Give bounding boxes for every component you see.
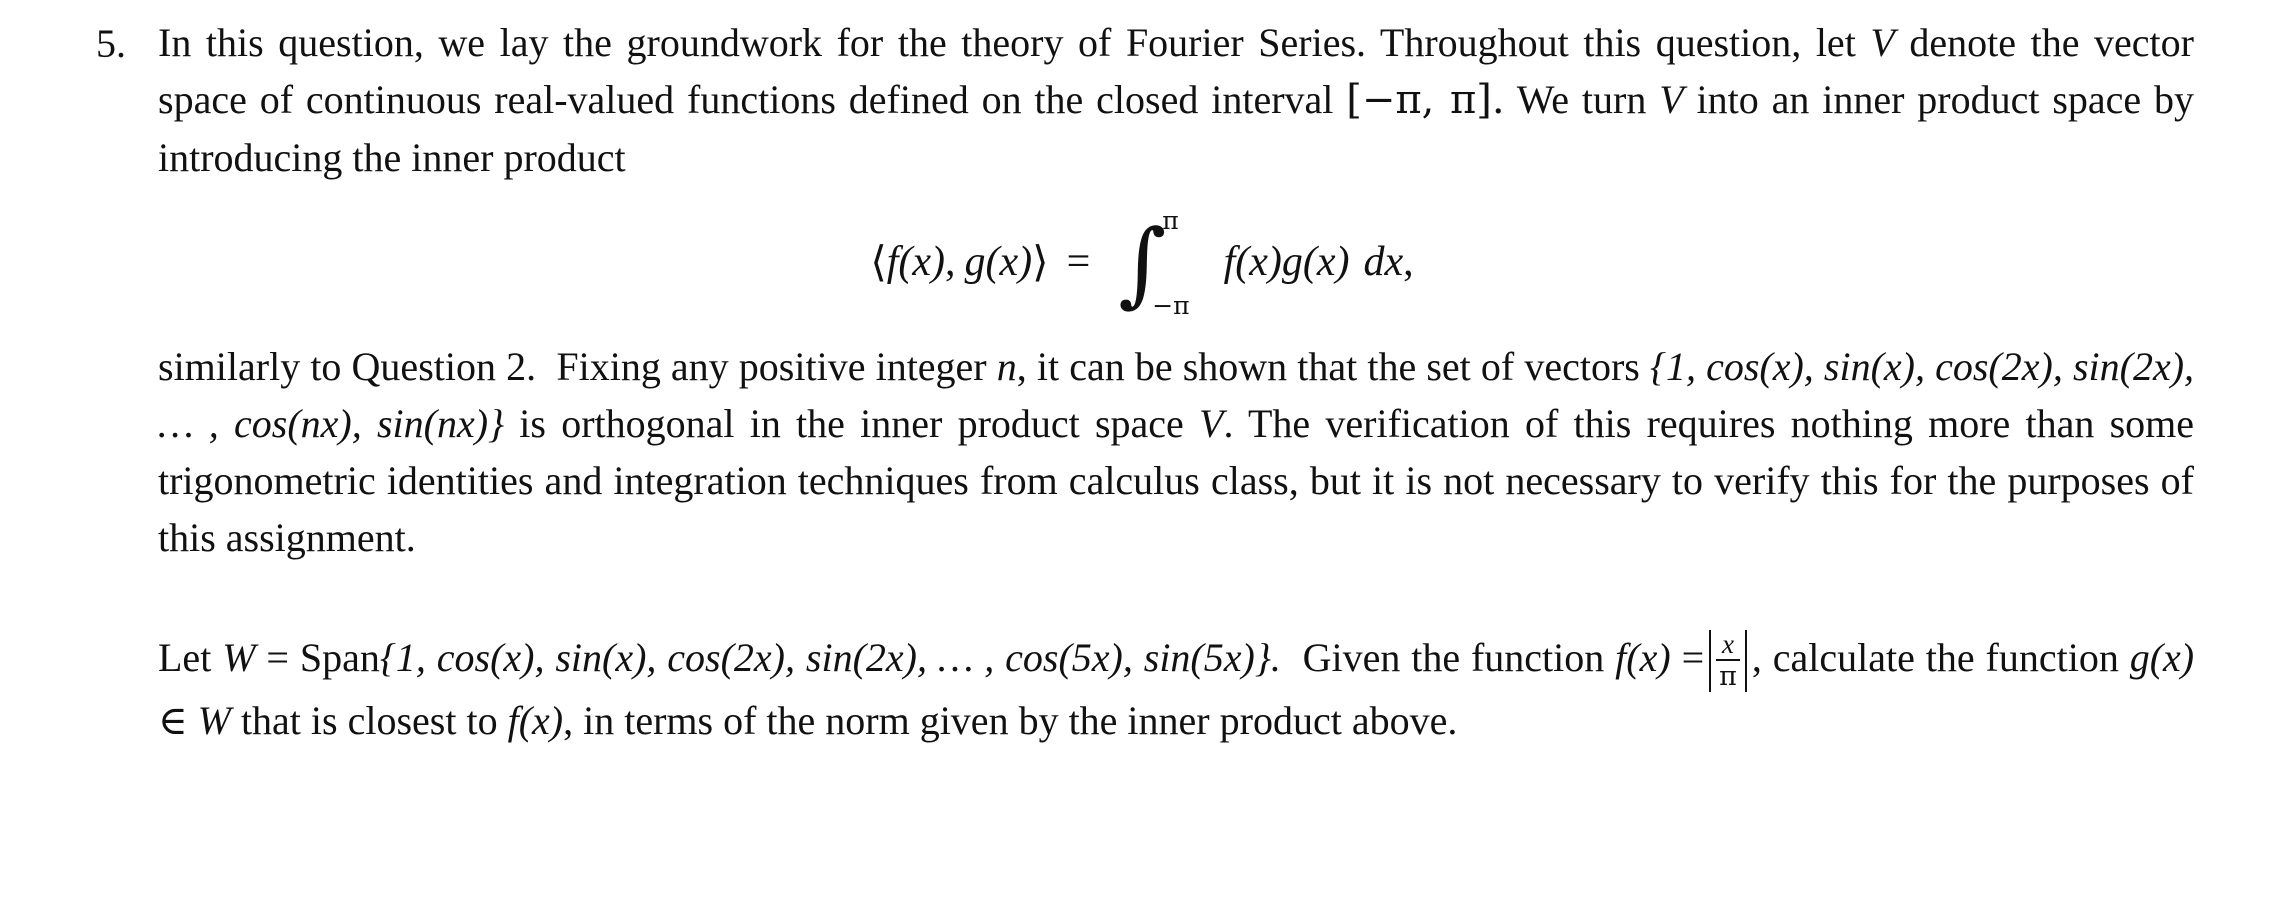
display-equation-inner-product: ⟨ f (x) , g (x) ⟩ = ∫ π −π f(x)g(x) dx , [158, 186, 2194, 338]
paragraph-task: Let W = Span{1, cos(x), sin(x), cos(2x),… [158, 629, 2194, 749]
function-f: f [886, 239, 899, 285]
equation-row: ⟨ f (x) , g (x) ⟩ = ∫ π −π f(x)g(x) dx , [870, 206, 1414, 320]
equation-comma: , [945, 239, 956, 285]
differential-dx: dx [1363, 239, 1404, 285]
subspace-W-second: W [197, 697, 231, 743]
element-of-symbol: ∈ [158, 697, 188, 743]
equation-trailing-comma: , [1403, 239, 1414, 285]
function-g-of-x: g(x) [2129, 635, 2195, 680]
fixing-sentence: Fixing any positive integer [556, 344, 987, 389]
argument-x-of-g: (x) [985, 239, 1033, 285]
let-label: Let [158, 635, 212, 680]
angle-bracket-close: ⟩ [1032, 240, 1049, 286]
integral-sign-icon: ∫ [1118, 210, 1167, 318]
fx-equals-sign: = [1681, 635, 1705, 680]
problem-number: 5. [96, 21, 126, 66]
closest-to-label: that is closest to [240, 697, 498, 743]
absolute-bar-left [1709, 629, 1712, 692]
orthogonal-claim: is orthogonal in the inner product space [519, 401, 1184, 446]
paragraph-intro: In this question, we lay the groundwork … [158, 14, 2194, 186]
angle-bracket-open: ⟨ [870, 240, 887, 286]
inner-product-space-V: V [1199, 401, 1224, 446]
equals-sign: = [1066, 239, 1091, 285]
absolute-value-fraction-x-over-pi: xπ [1704, 630, 1752, 692]
above-word: above. [1351, 697, 1458, 743]
fixing-sentence-cont: , it can be shown that the set of vector… [1016, 344, 1640, 389]
integer-n: n [996, 344, 1017, 389]
integral-lower-limit: −π [1152, 291, 1190, 320]
given-function-label: Given the function [1302, 635, 1605, 680]
fraction-denominator: π [1719, 661, 1737, 693]
absolute-bar-right [1744, 629, 1747, 692]
span-operator-label: Span [299, 635, 380, 680]
intro-sentence-3: We turn [1516, 77, 1647, 122]
vector-space-V-first: V [1870, 20, 1895, 65]
document-page: 5. In this question, we lay the groundwo… [0, 0, 2278, 898]
integral-expression: ∫ π −π [1118, 206, 1197, 320]
similarly-sentence: similarly to Question 2. [158, 344, 537, 389]
paragraph-orthogonal-set: similarly to Question 2. Fixing any posi… [158, 338, 2194, 566]
vector-space-V-second: V [1659, 77, 1684, 122]
interval-notation: [−π, π]. [1346, 77, 1505, 123]
fraction-numerator: x [1722, 628, 1734, 659]
fraction-x-over-pi: xπ [1716, 630, 1740, 692]
integrand: f(x)g(x) [1223, 239, 1350, 285]
orthogonal-claim-period: . [1223, 401, 1234, 446]
function-g: g [964, 239, 986, 285]
intro-sentence-1: In this question, we lay the groundwork … [158, 20, 1856, 65]
span-set-notation: {1, cos(x), sin(x), cos(2x), sin(2x), … … [379, 635, 1281, 680]
task-equals-sign: = [266, 635, 289, 680]
calculate-instruction: calculate the function [1772, 635, 2119, 680]
problem-item-5: 5. In this question, we lay the groundwo… [96, 14, 2194, 749]
norm-clause: , in terms of the norm given by the inne… [563, 697, 1342, 743]
function-f-of-x: f(x) [1615, 635, 1671, 680]
problem-body: In this question, we lay the groundwork … [158, 14, 2194, 749]
argument-x-of-f: (x) [898, 239, 946, 285]
integral-upper-limit: π [1162, 206, 1179, 235]
subspace-W: W [222, 635, 256, 680]
fx-trailing-comma: , [1751, 635, 1762, 680]
function-f-of-x-second: f(x) [507, 697, 564, 743]
